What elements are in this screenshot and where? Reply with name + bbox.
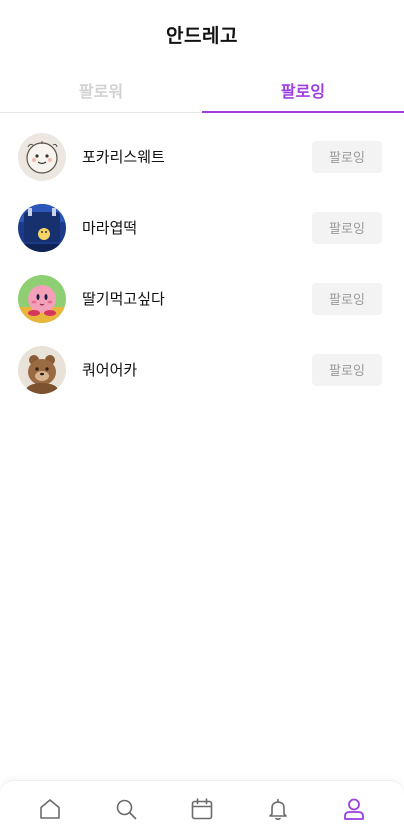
home-icon bbox=[40, 798, 60, 819]
following-button[interactable]: 팔로잉 bbox=[312, 140, 382, 173]
search-icon bbox=[116, 799, 137, 819]
username[interactable]: 딸기먹고싶다 bbox=[82, 288, 312, 309]
bottom-navigation bbox=[0, 780, 404, 836]
nav-calendar[interactable] bbox=[182, 789, 222, 829]
username[interactable]: 마라엽떡 bbox=[82, 217, 312, 238]
nav-profile[interactable] bbox=[334, 789, 374, 829]
avatar[interactable] bbox=[18, 203, 66, 252]
list-item[interactable]: 딸기먹고싶다 팔로잉 bbox=[0, 263, 404, 334]
profile-icon bbox=[344, 798, 364, 820]
nav-search[interactable] bbox=[106, 789, 146, 829]
username[interactable]: 쿼어어카 bbox=[82, 359, 312, 380]
nav-home[interactable] bbox=[30, 789, 70, 829]
list-item[interactable]: 포카리스웨트 팔로잉 bbox=[0, 121, 404, 192]
list-item[interactable]: 쿼어어카 팔로잉 bbox=[0, 334, 404, 405]
avatar[interactable] bbox=[18, 274, 66, 323]
calendar-icon bbox=[191, 797, 213, 819]
avatar[interactable] bbox=[18, 345, 66, 394]
page-title: 안드레고 bbox=[166, 24, 238, 47]
following-button[interactable]: 팔로잉 bbox=[312, 282, 382, 315]
nav-notifications[interactable] bbox=[258, 789, 298, 829]
avatar[interactable] bbox=[18, 132, 66, 181]
tab-following[interactable]: 팔로잉 bbox=[202, 68, 404, 113]
list-item[interactable]: 마라엽떡 팔로잉 bbox=[0, 192, 404, 263]
following-button[interactable]: 팔로잉 bbox=[312, 353, 382, 386]
header: 안드레고 bbox=[0, 0, 404, 68]
following-list: 포카리스웨트 팔로잉 마라엽떡 팔로잉 딸기먹고싶다 팔로잉 쿼어어카 팔로잉 bbox=[0, 121, 404, 405]
tab-bar: 팔로워 팔로잉 bbox=[0, 68, 404, 113]
username[interactable]: 포카리스웨트 bbox=[82, 146, 312, 167]
bell-icon bbox=[269, 798, 287, 820]
tab-followers[interactable]: 팔로워 bbox=[0, 68, 202, 112]
following-button[interactable]: 팔로잉 bbox=[312, 211, 382, 244]
